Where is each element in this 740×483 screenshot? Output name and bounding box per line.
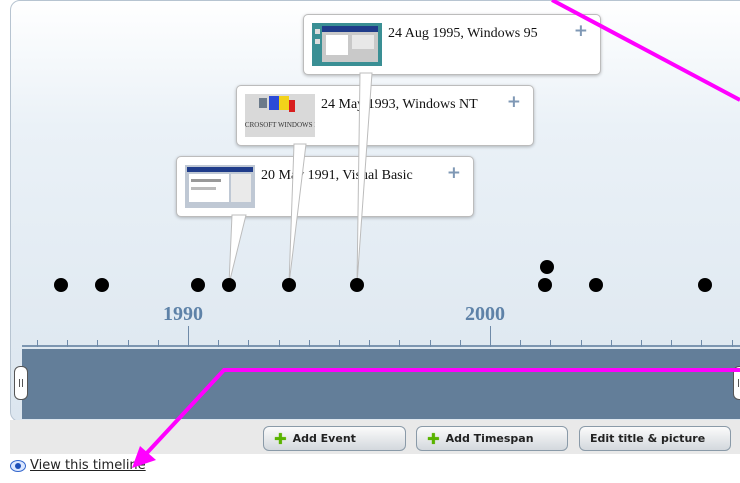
- annotation-arrows: [132, 0, 740, 468]
- annotation-arrow-path: [143, 368, 740, 457]
- annotation-line-top: [551, 0, 740, 102]
